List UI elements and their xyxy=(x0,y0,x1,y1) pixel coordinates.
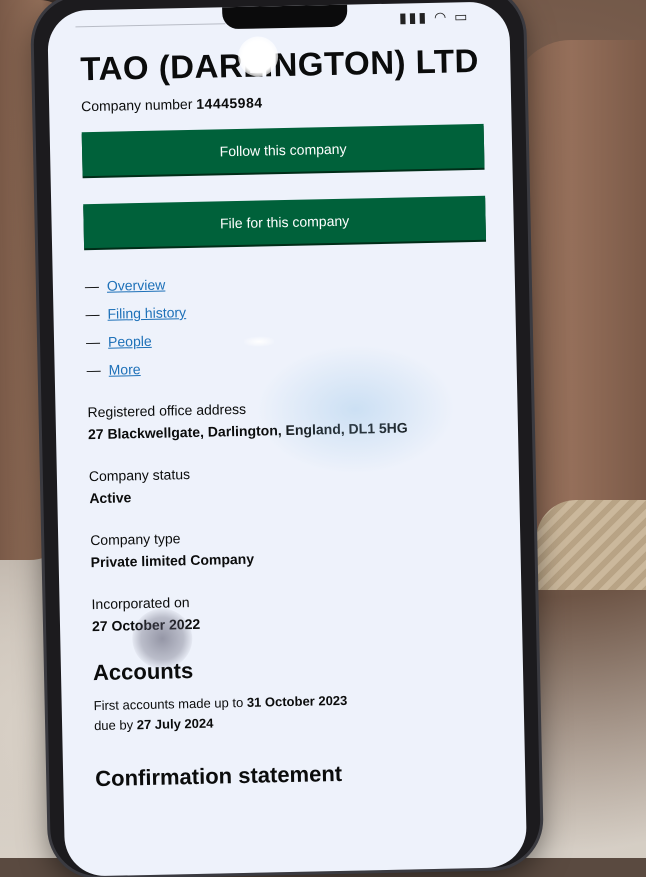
file-for-company-button[interactable]: File for this company xyxy=(83,195,487,249)
sleeve xyxy=(536,500,646,590)
overview-link[interactable]: Overview xyxy=(107,277,166,294)
company-type-value: Private limited Company xyxy=(90,550,255,571)
company-status-value: Active xyxy=(89,489,132,507)
phone-notch xyxy=(222,4,348,30)
nav-item-overview: — Overview xyxy=(85,270,495,295)
screen-moire xyxy=(254,342,457,477)
battery-icon: ▭ xyxy=(453,8,470,25)
header-rule xyxy=(75,23,226,28)
status-bar-icons: ▮▮▮ ◠ ▭ xyxy=(399,8,470,26)
accounts-details: First accounts made up to 31 October 202… xyxy=(93,688,504,737)
light-reflection xyxy=(243,336,275,347)
dash-icon: — xyxy=(84,277,100,295)
dash-icon: — xyxy=(85,333,101,351)
phone-screen: ▮▮▮ ◠ ▭ TAO (DARLINGTON) LTD Company num… xyxy=(47,1,528,877)
incorporated-label: Incorporated on xyxy=(91,594,190,613)
filing-history-link[interactable]: Filing history xyxy=(107,304,186,322)
nav-item-filing-history: — Filing history xyxy=(85,298,495,323)
more-link[interactable]: More xyxy=(108,361,140,378)
accounts-made-up-date: 31 October 2023 xyxy=(246,692,348,710)
accounts-made-up-label: First accounts made up to xyxy=(93,694,244,714)
wifi-icon: ◠ xyxy=(433,8,449,25)
company-number-label: Company number xyxy=(80,95,193,115)
accounts-due-date: 27 July 2024 xyxy=(136,715,214,733)
company-type-label: Company type xyxy=(90,530,181,549)
follow-company-button[interactable]: Follow this company xyxy=(81,123,485,177)
company-number: Company number 14445984 xyxy=(80,90,491,115)
dash-icon: — xyxy=(86,361,101,379)
company-name: TAO (DARLINGTON) LTD xyxy=(79,41,480,88)
company-number-value: 14445984 xyxy=(196,94,263,112)
phone: ▮▮▮ ◠ ▭ TAO (DARLINGTON) LTD Company num… xyxy=(32,0,542,877)
dash-icon: — xyxy=(85,305,100,323)
confirmation-statement-heading: Confirmation statement xyxy=(94,760,343,792)
people-link[interactable]: People xyxy=(108,333,152,350)
accounts-due-label: due by xyxy=(93,717,134,734)
signal-icon: ▮▮▮ xyxy=(398,8,429,26)
